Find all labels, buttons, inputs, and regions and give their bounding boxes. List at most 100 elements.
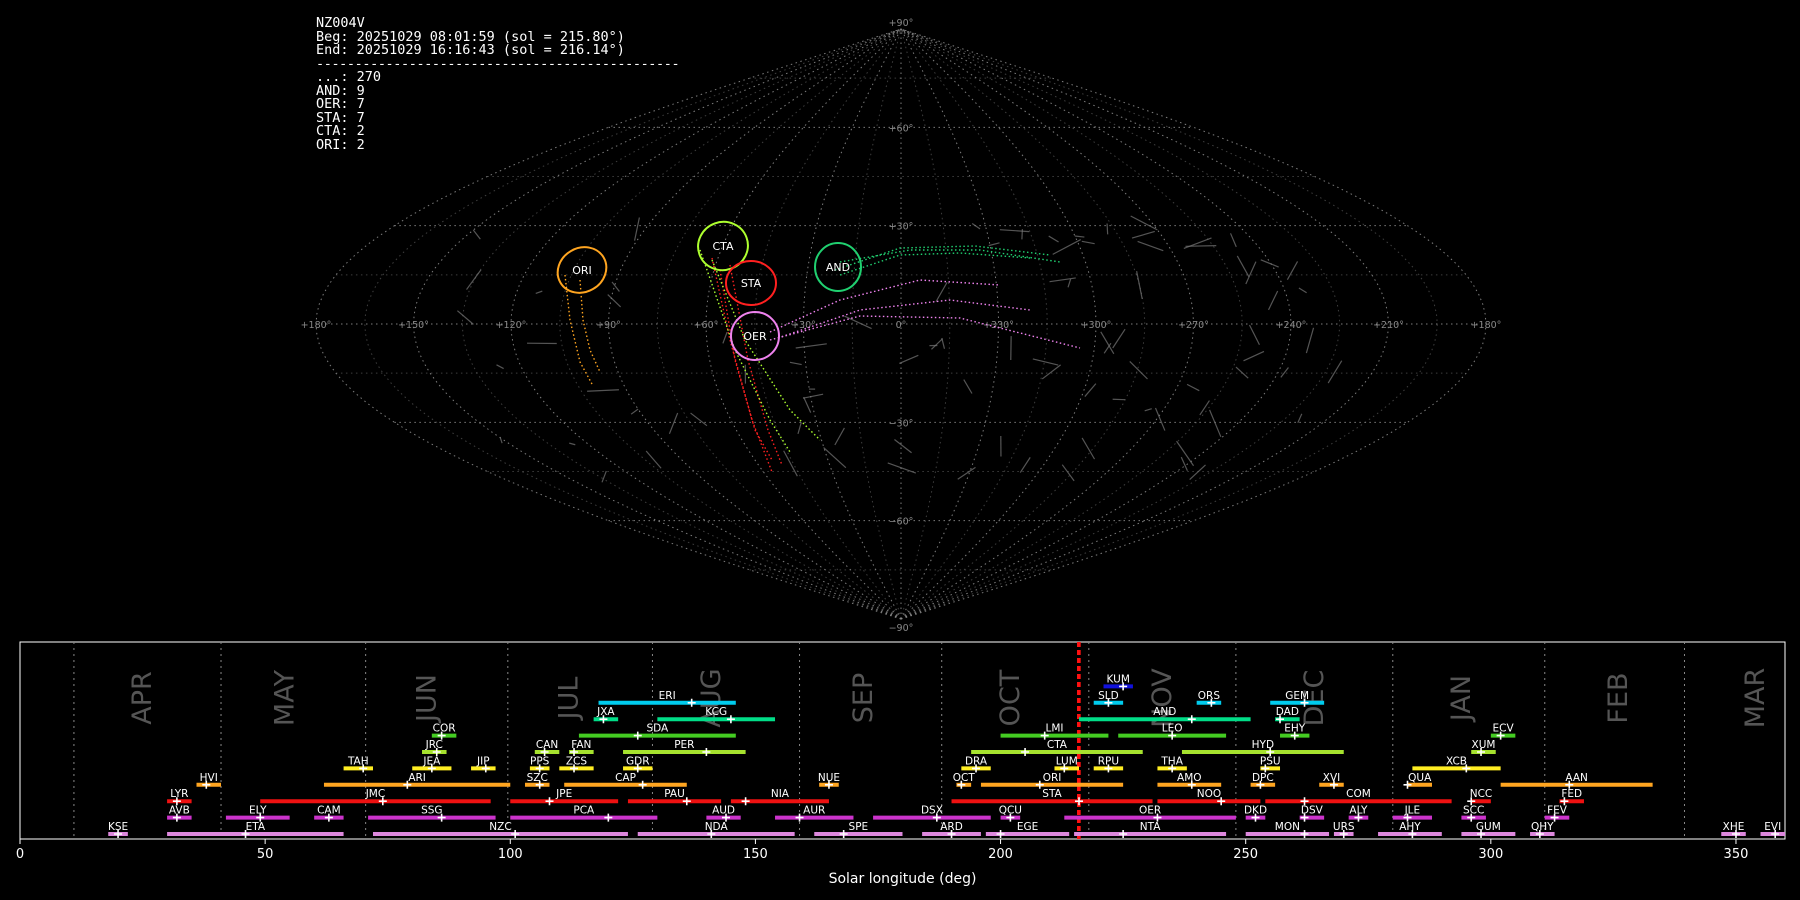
month-label: JUL	[554, 677, 585, 722]
shower-label: SZC	[527, 772, 548, 784]
shower-label: MON	[1275, 821, 1300, 833]
shower-label: XUM	[1472, 739, 1496, 751]
month-label: OCT	[995, 669, 1026, 726]
shower-label: PSU	[1260, 755, 1281, 767]
shower-label: HVI	[200, 772, 218, 784]
shower-label: FAN	[571, 739, 591, 751]
shower-label: NZC	[489, 821, 511, 833]
shower-label: DRA	[965, 755, 988, 767]
shower-label: AMO	[1177, 772, 1202, 784]
shower-label: JLE	[1404, 805, 1421, 817]
month-label: JAN	[1446, 675, 1477, 723]
shower-label: PCA	[573, 805, 595, 817]
shower-label: GUM	[1476, 821, 1501, 833]
x-tick-label: 350	[1724, 847, 1749, 862]
shower-label: AUR	[803, 805, 825, 817]
shower-label: STA	[1042, 788, 1062, 800]
shower-label: LYR	[170, 788, 188, 800]
shower-label: ORS	[1198, 690, 1221, 702]
shower-label: KCG	[705, 706, 727, 718]
month-label: SEP	[848, 673, 879, 723]
month-label: MAY	[269, 669, 300, 726]
shower-label: KUM	[1107, 673, 1130, 685]
shower-label: TAH	[347, 755, 369, 767]
shower-label: NTA	[1140, 821, 1161, 833]
shower-label: EHY	[1284, 723, 1306, 735]
x-tick-label: 0	[16, 847, 24, 862]
x-tick-label: 150	[743, 847, 768, 862]
shower-label: PPS	[530, 755, 550, 767]
month-label: APR	[127, 671, 158, 725]
shower-label: FED	[1561, 788, 1582, 800]
shower-label: EVI	[1764, 821, 1781, 833]
shower-label: JRC	[425, 739, 443, 751]
shower-label: AVB	[169, 805, 190, 817]
shower-label: GDR	[626, 755, 650, 767]
shower-label: URS	[1333, 821, 1355, 833]
shower-label: THA	[1160, 755, 1183, 767]
shower-label: RPU	[1098, 755, 1119, 767]
shower-label: NCC	[1470, 788, 1493, 800]
shower-label: CAN	[536, 739, 558, 751]
shower-label: FEV	[1547, 805, 1568, 817]
shower-label: CTA	[1047, 739, 1068, 751]
month-label: MAR	[1740, 668, 1771, 729]
shower-timeline: APR MAY JUN JUL AUG SEP OCT NOV DEC JAN FEB MARKUME…	[16, 641, 1786, 887]
shower-label: ERI	[659, 690, 676, 702]
shower-label: XVI	[1323, 772, 1340, 784]
x-axis-label: Solar longitude (deg)	[829, 871, 977, 887]
shower-label: SCC	[1463, 805, 1484, 817]
shower-label: ECV	[1493, 723, 1515, 735]
shower-label: EGE	[1017, 821, 1038, 833]
shower-label: SSG	[421, 805, 442, 817]
shower-label: JXA	[596, 706, 615, 718]
shower-label: KSE	[108, 821, 128, 833]
month-label: JUN	[411, 674, 442, 724]
shower-label: ARD	[940, 821, 963, 833]
shower-label: CAM	[317, 805, 341, 817]
shower-label: ARI	[408, 772, 426, 784]
shower-label: SPE	[849, 821, 869, 833]
shower-label: PER	[674, 739, 694, 751]
x-tick-label: 200	[988, 847, 1013, 862]
shower-label: DSX	[921, 805, 943, 817]
shower-label: AAN	[1565, 772, 1588, 784]
shower-label: NIA	[771, 788, 790, 800]
shower-label: HYD	[1252, 739, 1274, 751]
x-tick-label: 250	[1233, 847, 1258, 862]
shower-label: DAD	[1276, 706, 1299, 718]
shower-label: DSV	[1301, 805, 1324, 817]
shower-label: AND	[1153, 706, 1176, 718]
shower-label: QHY	[1531, 821, 1554, 833]
shower-label: LEO	[1162, 723, 1183, 735]
shower-label: QCU	[999, 805, 1022, 817]
shower-label: COR	[433, 723, 456, 735]
shower-label: DKD	[1244, 805, 1267, 817]
x-tick-label: 100	[498, 847, 523, 862]
shower-label: NOO	[1197, 788, 1221, 800]
shower-label: JIP	[476, 755, 490, 767]
shower-label: ETA	[246, 821, 266, 833]
shower-label: LMI	[1045, 723, 1063, 735]
shower-label: JEA	[422, 755, 441, 767]
shower-label: XHE	[1723, 821, 1745, 833]
shower-label: AHY	[1399, 821, 1421, 833]
shower-label: OCT	[953, 772, 976, 784]
shower-label: JMC	[365, 788, 386, 800]
shower-label: SDA	[646, 723, 669, 735]
shower-label: DPC	[1252, 772, 1274, 784]
x-tick-label: 50	[257, 847, 274, 862]
x-tick-label: 300	[1478, 847, 1503, 862]
shower-label: ZCS	[566, 755, 588, 767]
shower-label: NUE	[818, 772, 840, 784]
shower-label: XCB	[1446, 755, 1467, 767]
shower-label: ORI	[1043, 772, 1062, 784]
month-label: FEB	[1603, 672, 1634, 723]
shower-label: COM	[1346, 788, 1371, 800]
shower-label: AUD	[712, 805, 735, 817]
shower-label: PAU	[664, 788, 685, 800]
shower-label: QUA	[1408, 772, 1432, 784]
shower-label: GEM	[1285, 690, 1309, 702]
shower-label: OER	[1139, 805, 1161, 817]
shower-label: CAP	[615, 772, 636, 784]
